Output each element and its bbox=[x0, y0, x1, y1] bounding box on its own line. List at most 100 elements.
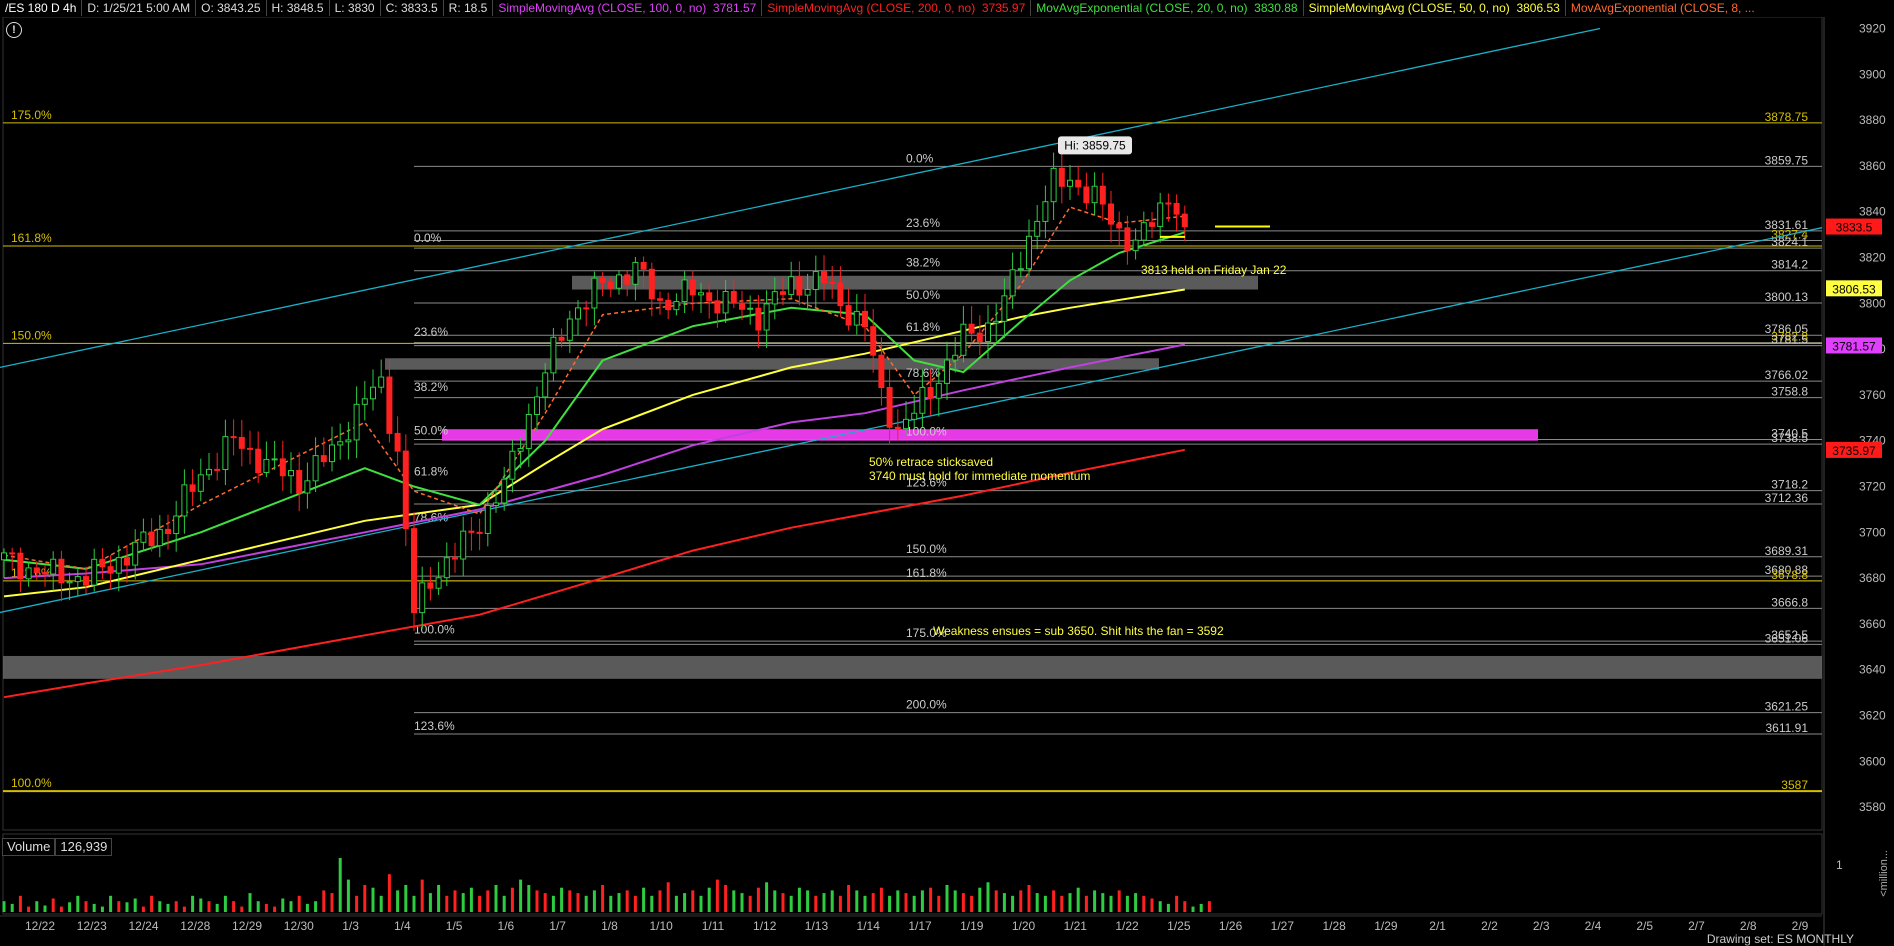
fib-pct-mid: 123.6% bbox=[414, 719, 455, 733]
x-tick-label: 1/8 bbox=[601, 919, 618, 933]
price-chart[interactable]: 3580360036203640366036803700372037403760… bbox=[0, 0, 1894, 946]
candle-body bbox=[698, 292, 704, 296]
fib-pct-mid: 61.8% bbox=[414, 465, 448, 479]
volume-bar bbox=[1011, 895, 1015, 912]
candle-body bbox=[476, 531, 483, 534]
study-sma200-label: SimpleMovingAvg (CLOSE, 200, 0, no) bbox=[767, 1, 976, 15]
x-tick-label: 1/6 bbox=[498, 919, 515, 933]
volume-bar bbox=[896, 890, 900, 912]
candle-body bbox=[58, 558, 65, 584]
annotation-3813: 3813 held on Friday Jan 22 bbox=[1141, 263, 1287, 277]
candle-body bbox=[1181, 213, 1188, 228]
volume-bar bbox=[338, 858, 342, 912]
volume-bar bbox=[912, 895, 916, 912]
candle-body bbox=[878, 354, 885, 389]
x-tick-label: 12/28 bbox=[180, 919, 210, 933]
candle-body bbox=[1083, 186, 1090, 204]
candle-body bbox=[247, 447, 253, 450]
study-sma200[interactable]: SimpleMovingAvg (CLOSE, 200, 0, no) 3735… bbox=[762, 0, 1032, 16]
candle-body bbox=[968, 323, 975, 334]
candle-body bbox=[730, 291, 737, 304]
candle-body bbox=[632, 261, 639, 285]
volume-bar bbox=[330, 893, 334, 912]
y-tick-label: 3920 bbox=[1859, 21, 1886, 35]
level-price-label: 3712.36 bbox=[1765, 491, 1809, 505]
symbol-label[interactable]: /ES 180 D 4h bbox=[0, 0, 83, 16]
candle-body bbox=[919, 387, 926, 414]
x-tick-label: 2/2 bbox=[1481, 919, 1498, 933]
x-tick-label: 12/22 bbox=[25, 919, 55, 933]
candle-body bbox=[689, 279, 696, 296]
drawing-set-label[interactable]: Drawing set: ES MONTHLY bbox=[1707, 932, 1854, 946]
volume-bar bbox=[929, 887, 933, 912]
price-tag: 3806.53 bbox=[1826, 280, 1882, 297]
volume-bar bbox=[158, 901, 162, 912]
level-price-label: 3611.91 bbox=[1766, 721, 1809, 735]
candle-body bbox=[484, 504, 491, 534]
volume-bar bbox=[297, 895, 301, 912]
study-sma100[interactable]: SimpleMovingAvg (CLOSE, 100, 0, no) 3781… bbox=[493, 0, 763, 16]
candle-body bbox=[386, 376, 393, 434]
high-value: H: 3848.5 bbox=[267, 0, 330, 16]
candle-body bbox=[681, 279, 688, 303]
volume-bar bbox=[535, 890, 539, 912]
candle-body bbox=[345, 439, 352, 443]
candle-body bbox=[353, 403, 360, 441]
volume-bar bbox=[412, 895, 416, 912]
volume-bar bbox=[510, 887, 514, 912]
volume-bar bbox=[592, 890, 596, 912]
volume-bar bbox=[584, 895, 588, 912]
candle-body bbox=[853, 310, 860, 326]
candle-body bbox=[1067, 179, 1073, 187]
candle-body bbox=[337, 441, 344, 446]
volume-bar bbox=[1199, 903, 1203, 912]
volume-bar bbox=[519, 879, 523, 912]
study-ema20-label: MovAvgExponential (CLOSE, 20, 0, no) bbox=[1036, 1, 1248, 15]
fib-pct-mid: 38.2% bbox=[414, 380, 448, 394]
x-tick-label: 1/25 bbox=[1167, 919, 1191, 933]
x-tick-label: 12/30 bbox=[284, 919, 314, 933]
study-ema8[interactable]: MovAvgExponential (CLOSE, 8, ... bbox=[1566, 0, 1760, 16]
volume-bar bbox=[920, 890, 924, 912]
volume-bar bbox=[1175, 895, 1179, 912]
volume-axis-top: 1 bbox=[1836, 858, 1843, 872]
volume-bar bbox=[1002, 893, 1006, 912]
key-support-zone bbox=[442, 429, 1538, 441]
open-value: O: 3843.25 bbox=[196, 0, 267, 16]
volume-bar bbox=[191, 895, 195, 912]
study-sma50[interactable]: SimpleMovingAvg (CLOSE, 50, 0, no) 3806.… bbox=[1304, 0, 1566, 16]
x-tick-label: 12/29 bbox=[232, 919, 262, 933]
candle-body bbox=[165, 528, 171, 535]
candle-body bbox=[66, 581, 73, 584]
volume-bar bbox=[1109, 895, 1113, 912]
price-tag: 3735.97 bbox=[1826, 441, 1882, 458]
candle-body bbox=[1173, 202, 1180, 215]
x-tick-label: 1/26 bbox=[1219, 919, 1243, 933]
fib-pct-right: 150.0% bbox=[906, 542, 947, 556]
x-tick-label: 1/14 bbox=[857, 919, 881, 933]
volume-bar bbox=[683, 893, 687, 912]
y-tick-label: 3700 bbox=[1859, 525, 1886, 539]
candle-body bbox=[927, 387, 934, 399]
volume-bar bbox=[35, 901, 39, 912]
candle-body bbox=[17, 552, 24, 580]
volume-bar bbox=[437, 885, 441, 912]
volume-bar bbox=[109, 895, 113, 912]
volume-bar bbox=[387, 874, 391, 912]
candle-body bbox=[148, 531, 155, 547]
candle-body bbox=[1149, 222, 1155, 227]
info-icon[interactable]: ! bbox=[6, 22, 22, 38]
volume-bar bbox=[888, 895, 892, 912]
volume-bar bbox=[84, 901, 88, 912]
annotation-weakness: Weakness ensues = sub 3650. Shit hits th… bbox=[933, 624, 1224, 638]
volume-bar bbox=[847, 885, 851, 912]
volume-bar bbox=[18, 895, 22, 912]
price-tag: 3833.5 bbox=[1826, 218, 1882, 235]
price-tag-value: 3781.57 bbox=[1832, 339, 1876, 353]
volume-bar bbox=[576, 893, 580, 912]
study-ema20[interactable]: MovAvgExponential (CLOSE, 20, 0, no) 383… bbox=[1031, 0, 1304, 16]
level-price-label: 3814.2 bbox=[1771, 258, 1808, 272]
candle-body bbox=[255, 448, 262, 474]
study-sma200-value: 3735.97 bbox=[981, 1, 1026, 15]
candle-body bbox=[124, 557, 130, 566]
